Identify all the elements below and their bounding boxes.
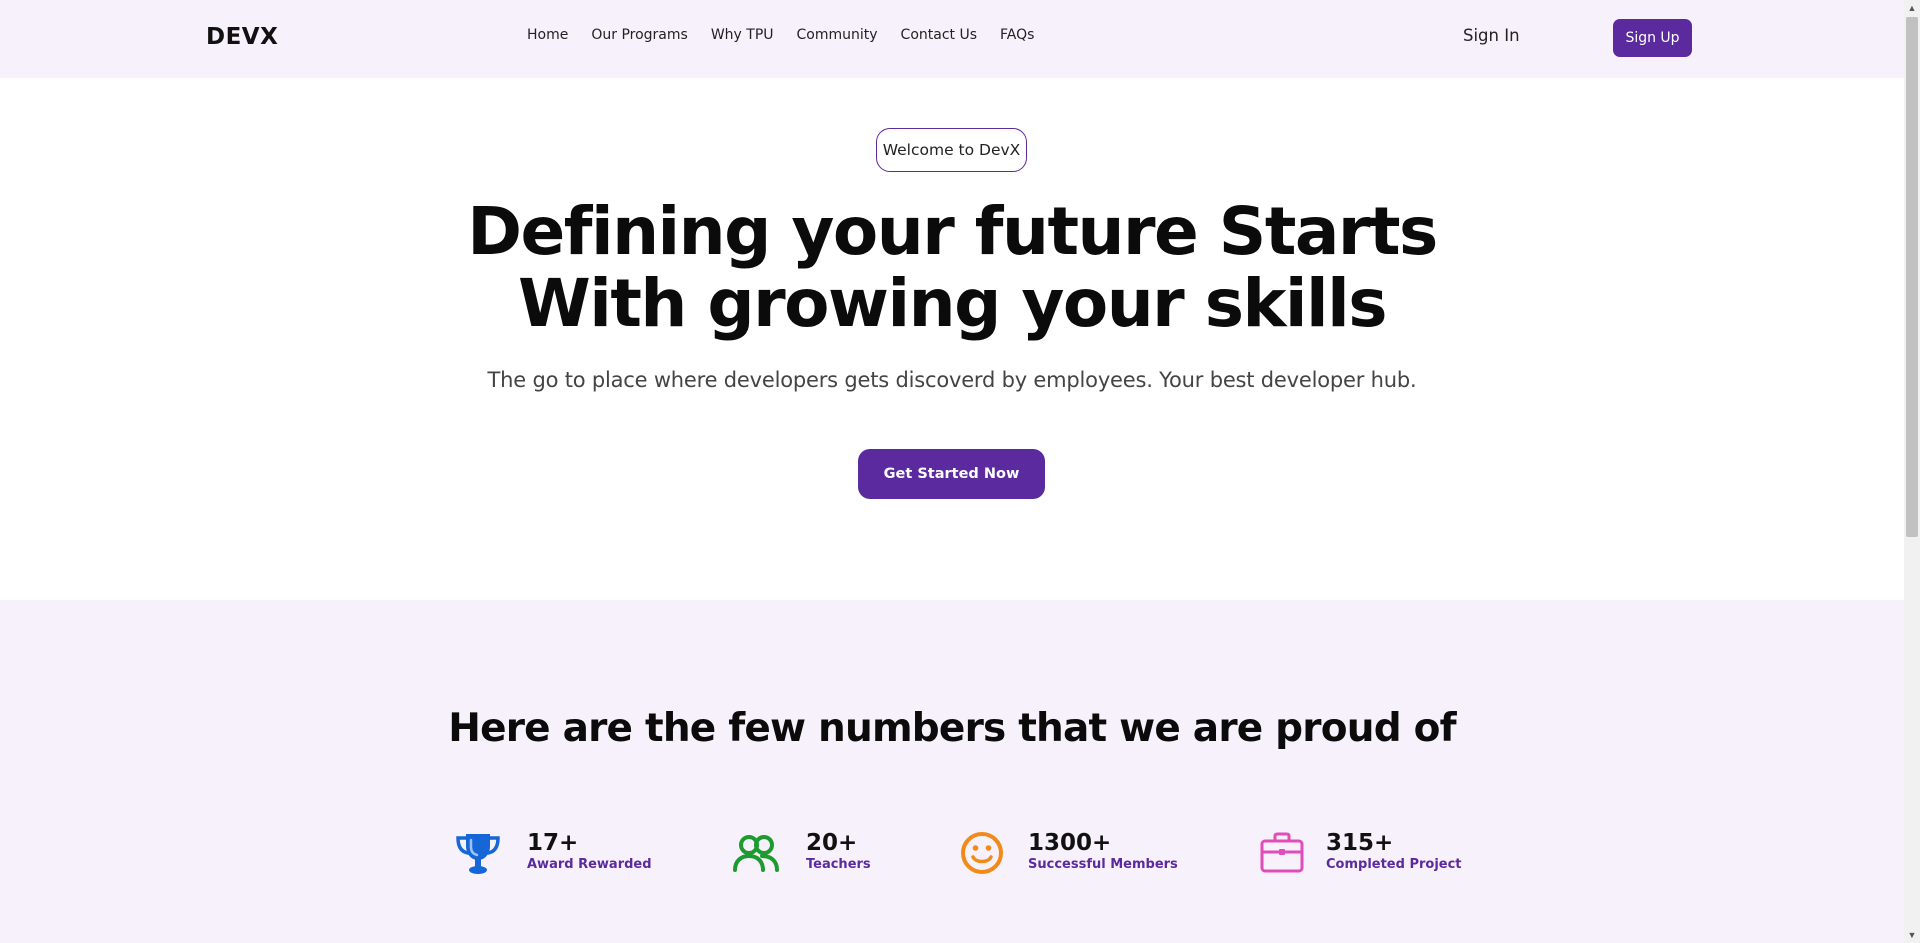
smile-icon (961, 832, 1003, 874)
nav-link-why-tpu[interactable]: Why TPU (711, 27, 774, 43)
stat-teachers-value: 20+ (806, 830, 858, 856)
stat-members-value: 1300+ (1028, 830, 1112, 856)
nav-link-community[interactable]: Community (797, 27, 878, 43)
hero-title: Defining your future Starts With growing… (0, 196, 1904, 340)
nav-link-our-programs[interactable]: Our Programs (591, 27, 687, 43)
nav-link-contact-us[interactable]: Contact Us (901, 27, 977, 43)
briefcase-icon (1260, 832, 1304, 873)
hero-title-line-2: With growing your skills (517, 265, 1388, 342)
page: DEVX Home Our Programs Why TPU Community… (0, 0, 1920, 943)
logo[interactable]: DEVX (206, 24, 278, 50)
hero-title-line-1: Defining your future Starts (467, 193, 1438, 270)
scroll-up-arrow-icon[interactable]: ▲ (1904, 0, 1920, 16)
welcome-badge: Welcome to DevX (876, 128, 1027, 172)
hero-subtitle: The go to place where developers gets di… (487, 368, 1417, 392)
trophy-icon (456, 834, 500, 874)
stats-section: Here are the few numbers that we are pro… (0, 600, 1904, 943)
navbar: DEVX Home Our Programs Why TPU Community… (0, 0, 1904, 78)
stat-awards-value: 17+ (527, 830, 579, 856)
nav-link-home[interactable]: Home (527, 27, 568, 43)
stat-projects-value: 315+ (1326, 830, 1394, 856)
stat-teachers-label: Teachers (806, 857, 871, 872)
stat-members-label: Successful Members (1028, 857, 1178, 872)
scrollbar-thumb[interactable] (1906, 17, 1918, 537)
scroll-down-arrow-icon[interactable]: ▼ (1904, 927, 1920, 943)
page-content: DEVX Home Our Programs Why TPU Community… (0, 0, 1904, 943)
sign-in-link[interactable]: Sign In (1463, 26, 1520, 45)
stat-projects-label: Completed Project (1326, 857, 1462, 872)
sign-up-button[interactable]: Sign Up (1613, 19, 1692, 57)
nav-link-faqs[interactable]: FAQs (1000, 27, 1034, 43)
get-started-button[interactable]: Get Started Now (858, 449, 1045, 499)
vertical-scrollbar[interactable]: ▲ ▼ (1904, 0, 1920, 943)
users-icon (733, 835, 779, 872)
hero-section: Welcome to DevX Defining your future Sta… (0, 78, 1904, 600)
stats-heading: Here are the few numbers that we are pro… (448, 706, 1456, 751)
stat-awards-label: Award Rewarded (527, 857, 652, 872)
nav-links: Home Our Programs Why TPU Community Cont… (527, 27, 1057, 43)
